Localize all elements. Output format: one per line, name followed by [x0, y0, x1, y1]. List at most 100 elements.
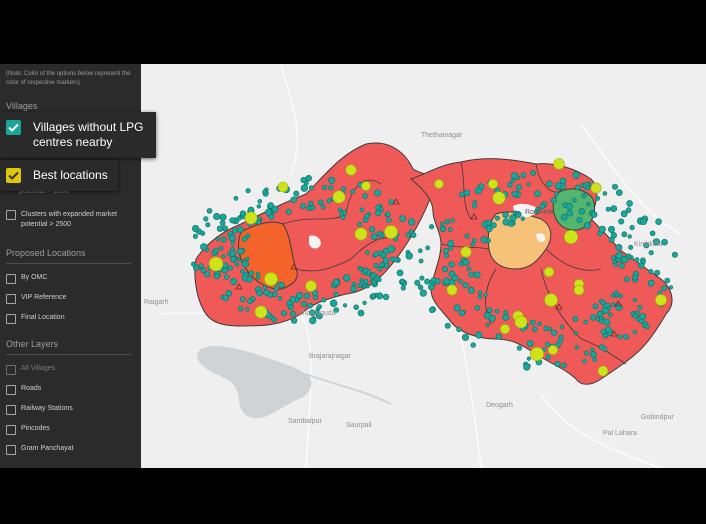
village-marker[interactable] [241, 236, 248, 242]
village-marker[interactable] [410, 232, 417, 238]
village-marker[interactable] [273, 286, 279, 292]
village-marker[interactable] [611, 255, 616, 261]
option-pincodes[interactable]: Pincodes [6, 425, 50, 437]
village-marker[interactable] [221, 254, 226, 259]
village-marker[interactable] [245, 188, 251, 194]
village-marker[interactable] [561, 362, 567, 368]
village-marker[interactable] [216, 225, 224, 232]
village-marker[interactable] [370, 233, 378, 240]
village-marker[interactable] [337, 207, 343, 213]
village-marker[interactable] [615, 244, 623, 252]
village-marker[interactable] [256, 204, 262, 209]
village-marker[interactable] [511, 190, 518, 197]
best-location-marker[interactable] [460, 246, 472, 258]
best-location-marker[interactable] [547, 344, 558, 355]
village-marker[interactable] [375, 204, 381, 211]
final-location-checkbox[interactable] [6, 314, 16, 324]
village-marker[interactable] [661, 285, 668, 292]
option-all-villages[interactable]: All Villages [6, 365, 55, 377]
village-marker[interactable] [625, 207, 632, 213]
village-marker[interactable] [615, 251, 623, 260]
village-marker[interactable] [585, 184, 591, 191]
village-marker[interactable] [236, 257, 241, 262]
village-marker[interactable] [583, 221, 592, 230]
best-location-marker[interactable] [573, 284, 585, 296]
village-marker[interactable] [343, 274, 351, 282]
village-marker[interactable] [602, 346, 608, 352]
village-marker[interactable] [277, 296, 283, 301]
village-marker[interactable] [655, 218, 662, 225]
village-marker[interactable] [280, 310, 287, 317]
village-marker[interactable] [262, 189, 267, 194]
best-location-marker[interactable] [543, 266, 555, 278]
village-marker[interactable] [661, 238, 668, 246]
village-marker[interactable] [526, 182, 531, 187]
village-marker[interactable] [190, 261, 196, 267]
village-marker[interactable] [362, 267, 369, 274]
village-marker[interactable] [444, 253, 450, 259]
village-marker[interactable] [627, 234, 632, 239]
village-marker[interactable] [554, 182, 562, 190]
best-location-marker[interactable] [345, 164, 357, 176]
village-marker[interactable] [520, 216, 525, 221]
best-location-marker[interactable] [590, 182, 602, 194]
village-marker[interactable] [328, 185, 334, 191]
village-marker[interactable] [191, 225, 200, 233]
village-marker[interactable] [545, 354, 551, 360]
village-marker[interactable] [213, 273, 220, 280]
best-location-marker[interactable] [244, 211, 258, 225]
village-marker[interactable] [618, 294, 623, 299]
village-marker[interactable] [370, 293, 376, 299]
village-marker[interactable] [607, 225, 615, 233]
village-marker[interactable] [483, 311, 491, 319]
village-marker[interactable] [245, 307, 250, 312]
village-marker[interactable] [554, 191, 559, 197]
village-marker[interactable] [502, 313, 510, 321]
village-marker[interactable] [598, 225, 606, 233]
village-marker[interactable] [309, 205, 316, 211]
option-best-locations[interactable]: Best locations [0, 160, 118, 191]
village-marker[interactable] [218, 245, 224, 251]
village-marker[interactable] [592, 303, 599, 310]
village-marker[interactable] [382, 257, 390, 264]
village-marker[interactable] [206, 208, 213, 214]
village-marker[interactable] [526, 340, 534, 347]
village-marker[interactable] [362, 278, 369, 285]
village-marker[interactable] [387, 245, 396, 253]
village-marker[interactable] [450, 218, 456, 223]
village-marker[interactable] [359, 207, 365, 213]
village-marker[interactable] [458, 278, 463, 284]
village-marker[interactable] [353, 304, 359, 310]
village-marker[interactable] [543, 325, 549, 331]
village-marker[interactable] [385, 211, 391, 217]
option-roads[interactable]: Roads [6, 385, 41, 397]
village-marker[interactable] [414, 279, 421, 286]
village-marker[interactable] [200, 243, 208, 251]
village-marker[interactable] [350, 189, 356, 195]
village-marker[interactable] [230, 240, 236, 246]
village-marker[interactable] [523, 363, 531, 371]
option-final-location[interactable]: Final Location [6, 314, 65, 326]
village-marker[interactable] [427, 283, 435, 291]
village-marker[interactable] [220, 236, 227, 243]
village-marker[interactable] [429, 224, 435, 230]
village-marker[interactable] [247, 298, 253, 305]
village-marker[interactable] [526, 356, 531, 361]
village-marker[interactable] [586, 202, 591, 207]
village-marker[interactable] [520, 172, 527, 178]
village-marker[interactable] [448, 245, 453, 251]
village-marker[interactable] [382, 293, 390, 301]
village-marker[interactable] [626, 200, 633, 207]
village-marker[interactable] [312, 290, 319, 297]
option-railway-stations[interactable]: Railway Stations [6, 405, 73, 417]
village-marker[interactable] [477, 294, 483, 300]
village-marker[interactable] [510, 178, 515, 184]
village-marker[interactable] [632, 274, 639, 281]
village-marker[interactable] [309, 317, 317, 325]
village-marker[interactable] [223, 274, 230, 280]
village-marker[interactable] [641, 259, 646, 265]
village-marker[interactable] [200, 267, 206, 274]
village-marker[interactable] [647, 279, 655, 287]
map-view[interactable]: Thethainagar Kinjirkela Raigarh Jharsugu… [141, 64, 706, 468]
village-marker[interactable] [474, 305, 481, 311]
